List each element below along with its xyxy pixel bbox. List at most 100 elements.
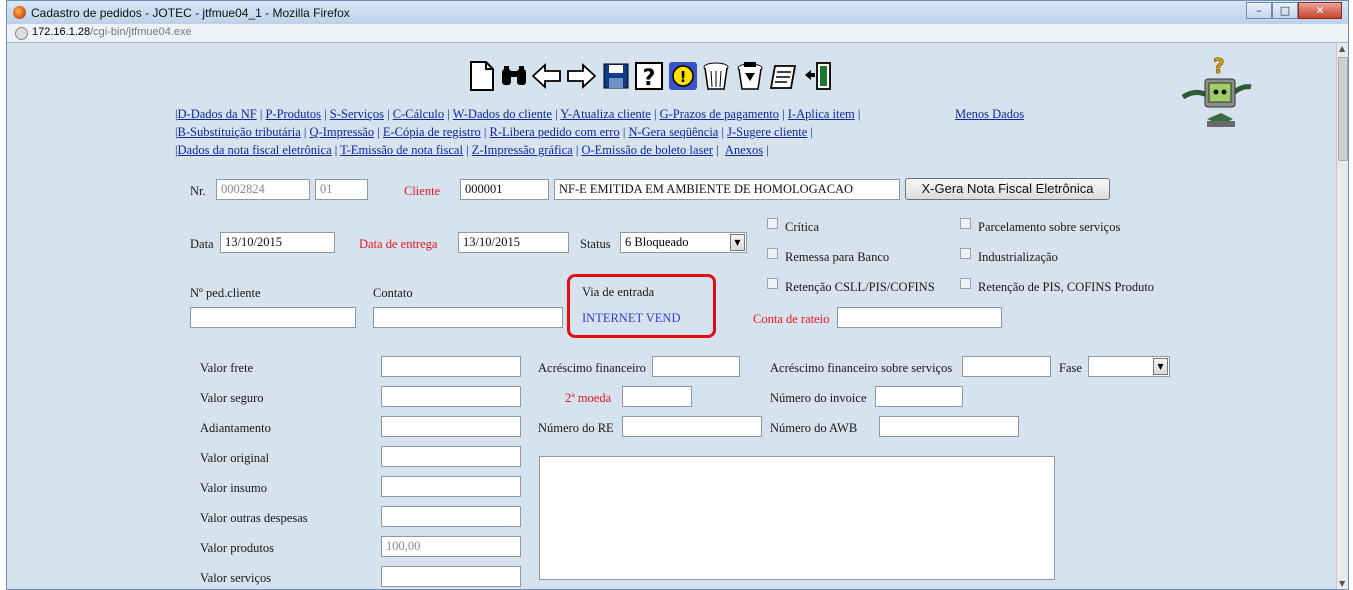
valor-servicos-field[interactable]	[381, 566, 521, 587]
link-calculo[interactable]: C-Cálculo	[393, 107, 444, 121]
notes-icon[interactable]	[768, 60, 800, 92]
fase-select[interactable]: ▼	[1088, 356, 1170, 377]
numero-awb-field[interactable]	[879, 416, 1019, 437]
link-copia-registro[interactable]: E-Cópia de registro	[383, 125, 481, 139]
maximize-button[interactable]: □	[1272, 2, 1298, 19]
contato-field[interactable]	[373, 307, 563, 328]
assistant-robot-icon[interactable]: ?	[1177, 49, 1257, 139]
binoculars-search-icon[interactable]	[498, 60, 530, 92]
link-dados-cliente[interactable]: W-Dados do cliente	[453, 107, 552, 121]
segunda-moeda-field[interactable]	[622, 386, 692, 407]
url-text[interactable]: 172.16.1.28/cgi-bin/jtfmue04.exe	[32, 26, 192, 38]
window-title: Cadastro de pedidos - JOTEC - jtfmue04_1…	[31, 6, 350, 20]
status-label: Status	[580, 237, 611, 251]
numero-invoice-label: Número do invoice	[770, 391, 867, 405]
new-document-icon[interactable]	[466, 60, 498, 92]
numero-re-label: Número do RE	[538, 421, 614, 435]
critica-label: Crítica	[785, 220, 820, 234]
link-dados-nfe[interactable]: Dados da nota fiscal eletrônica	[178, 143, 332, 157]
ped-cliente-label: Nº ped.cliente	[190, 286, 261, 300]
link-row-3: |Dados da nota fiscal eletrônica | T-Emi…	[175, 143, 769, 157]
chevron-down-icon: ▼	[1153, 358, 1168, 375]
save-disk-icon[interactable]	[600, 60, 632, 92]
acrescimo-fin-field[interactable]	[652, 356, 740, 377]
exit-door-icon[interactable]	[802, 60, 834, 92]
valor-original-label: Valor original	[200, 451, 270, 465]
help-icon[interactable]: ?	[633, 60, 665, 92]
link-impressao-grafica[interactable]: Z-Impressão gráfica	[472, 143, 573, 157]
link-impressao[interactable]: Q-Impressão	[310, 125, 375, 139]
numero-re-field[interactable]	[622, 416, 762, 437]
remessa-checkbox[interactable]	[767, 248, 778, 259]
minimize-button[interactable]: –	[1246, 2, 1272, 19]
link-dados-nf[interactable]: D-Dados da NF	[178, 107, 257, 121]
conta-rateio-field[interactable]	[837, 307, 1002, 328]
address-bar[interactable]: 172.16.1.28/cgi-bin/jtfmue04.exe	[7, 24, 1348, 43]
link-aplica-item[interactable]: I-Aplica item	[788, 107, 855, 121]
close-button[interactable]: ✕	[1298, 2, 1342, 19]
scroll-down-icon[interactable]: ▼	[1339, 579, 1345, 588]
cliente-name-field[interactable]: NF-E EMITIDA EM AMBIENTE DE HOMOLOGACAO	[554, 179, 900, 200]
valor-produtos-label: Valor produtos	[200, 541, 274, 555]
arrow-right-icon[interactable]	[565, 60, 597, 92]
valor-outras-label: Valor outras despesas	[200, 511, 308, 525]
valor-produtos-field[interactable]: 100,00	[381, 536, 521, 557]
link-substituicao[interactable]: B-Substituição tributária	[178, 125, 301, 139]
valor-outras-field[interactable]	[381, 506, 521, 527]
link-libera-pedido[interactable]: R-Libera pedido com erro	[490, 125, 620, 139]
valor-servicos-label: Valor serviços	[200, 571, 272, 585]
retencao-csll-label: Retenção CSLL/PIS/COFINS	[785, 280, 935, 294]
data-entrega-field[interactable]: 13/10/2015	[458, 232, 569, 253]
info-icon[interactable]: !	[667, 60, 699, 92]
link-menos-dados[interactable]: Menos Dados	[955, 107, 1024, 122]
data-field[interactable]: 13/10/2015	[220, 232, 335, 253]
nr-seq-field[interactable]: 01	[315, 179, 368, 200]
valor-frete-field[interactable]	[381, 356, 521, 377]
fase-label: Fase	[1059, 361, 1082, 375]
scrollbar-thumb[interactable]	[1338, 57, 1348, 161]
ped-cliente-field[interactable]	[190, 307, 356, 328]
contato-label: Contato	[373, 286, 413, 300]
globe-icon	[15, 27, 28, 40]
valor-frete-label: Valor frete	[200, 361, 254, 375]
svg-text:!: !	[680, 68, 687, 86]
page-content: ? ! ? |D-Dados da NF | P-Produtos | S-Se…	[7, 43, 1338, 589]
arrow-left-icon[interactable]	[531, 60, 563, 92]
gera-nfe-button[interactable]: X-Gera Nota Fiscal Eletrônica	[905, 178, 1110, 200]
firefox-icon	[13, 6, 26, 19]
link-prazos-pagamento[interactable]: G-Prazos de pagamento	[660, 107, 779, 121]
industrializacao-checkbox[interactable]	[960, 248, 971, 259]
acrescimo-serv-field[interactable]	[962, 356, 1051, 377]
valor-insumo-field[interactable]	[381, 476, 521, 497]
link-atualiza-cliente[interactable]: Y-Atualiza cliente	[560, 107, 651, 121]
via-entrada-highlight	[567, 274, 716, 338]
nr-field[interactable]: 0002824	[216, 179, 310, 200]
link-boleto-laser[interactable]: O-Emissão de boleto laser	[581, 143, 713, 157]
link-sugere-cliente[interactable]: J-Sugere cliente	[727, 125, 807, 139]
link-gera-sequencia[interactable]: N-Gera seqüência	[628, 125, 718, 139]
status-select[interactable]: 6 Bloqueado ▼	[620, 232, 747, 253]
critica-checkbox[interactable]	[767, 218, 778, 229]
scroll-up-icon[interactable]: ▲	[1339, 44, 1345, 53]
parcelamento-checkbox[interactable]	[960, 218, 971, 229]
valor-original-field[interactable]	[381, 446, 521, 467]
vertical-scrollbar[interactable]: ▲ ▼	[1336, 43, 1348, 589]
parcelamento-label: Parcelamento sobre serviços	[978, 220, 1121, 234]
observacoes-textarea[interactable]	[539, 456, 1055, 580]
link-servicos[interactable]: S-Serviços	[330, 107, 384, 121]
link-emissao-nf[interactable]: T-Emissão de nota fiscal	[340, 143, 463, 157]
retencao-csll-checkbox[interactable]	[767, 278, 778, 289]
remessa-label: Remessa para Banco	[785, 250, 890, 264]
numero-invoice-field[interactable]	[875, 386, 963, 407]
valor-seguro-field[interactable]	[381, 386, 521, 407]
adiantamento-field[interactable]	[381, 416, 521, 437]
trash-bin-icon[interactable]	[700, 60, 732, 92]
cliente-label: Cliente	[404, 184, 441, 198]
cliente-code-field[interactable]: 000001	[460, 179, 549, 200]
industrializacao-label: Industrialização	[978, 250, 1058, 264]
valor-insumo-label: Valor insumo	[200, 481, 268, 495]
link-anexos[interactable]: Anexos	[725, 143, 763, 157]
link-produtos[interactable]: P-Produtos	[265, 107, 321, 121]
recycle-bin-icon[interactable]	[734, 60, 766, 92]
retencao-pis-checkbox[interactable]	[960, 278, 971, 289]
